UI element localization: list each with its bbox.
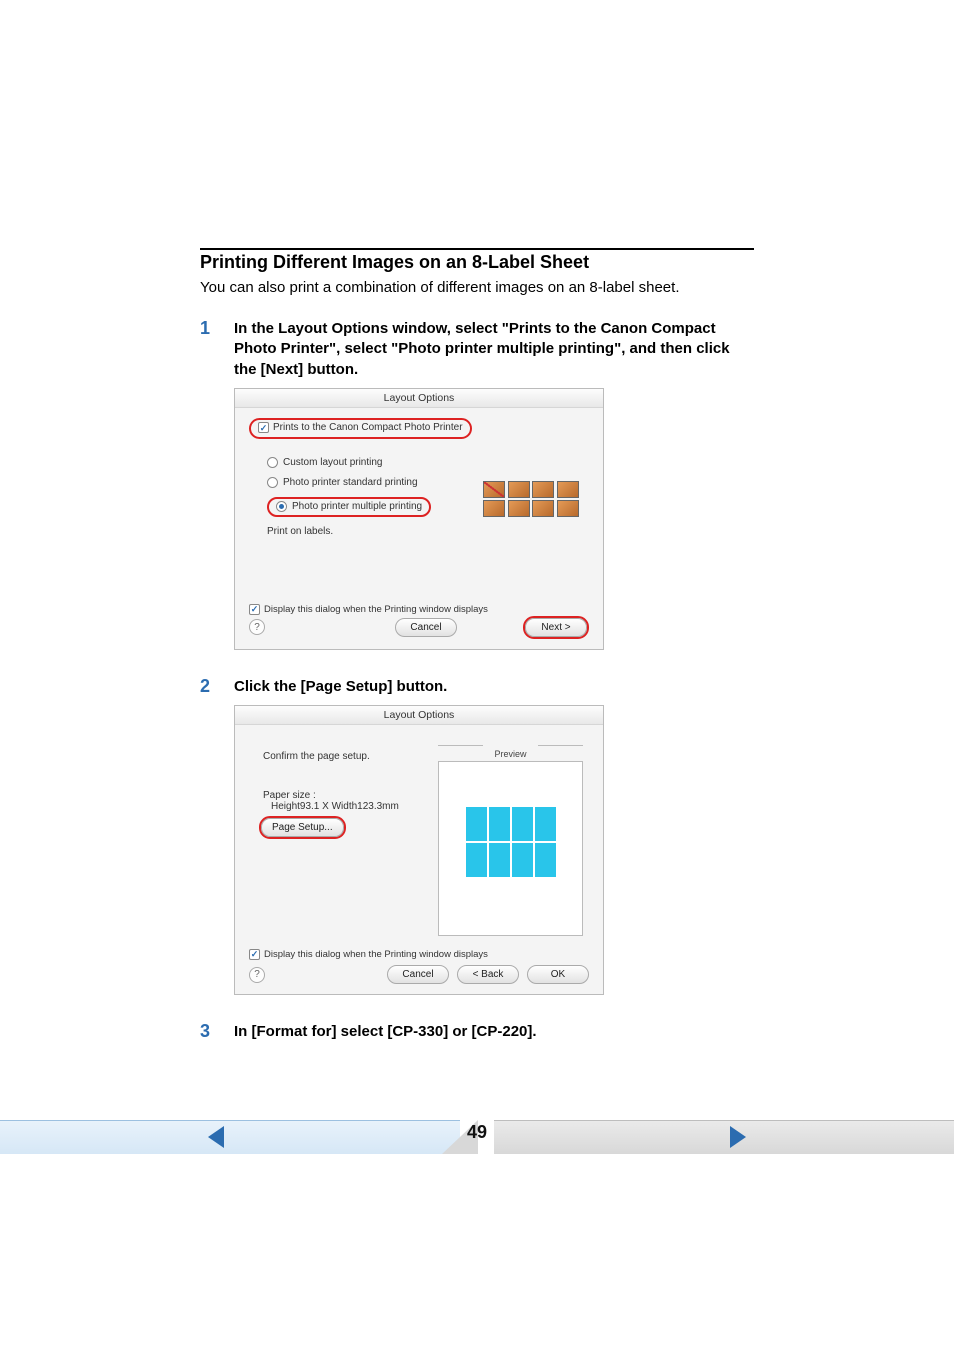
help-button[interactable]: ? [249, 967, 265, 983]
step-number: 2 [200, 676, 234, 697]
step-text: In the Layout Options window, select "Pr… [234, 318, 754, 380]
standard-printing-radio[interactable] [267, 477, 278, 488]
ok-button[interactable]: OK [527, 965, 589, 984]
help-button[interactable]: ? [249, 619, 265, 635]
step-2: 2 Click the [Page Setup] button. [200, 676, 754, 697]
checkbox-checked-icon: ✓ [258, 422, 269, 433]
cancel-button[interactable]: Cancel [395, 618, 457, 637]
step-text: Click the [Page Setup] button. [234, 676, 447, 697]
page-footer: 49 [0, 1114, 954, 1160]
label-thumbnails [483, 481, 579, 517]
next-button[interactable]: Next > [525, 618, 587, 637]
page-number: 49 [0, 1122, 954, 1143]
next-button-highlight: Next > [523, 616, 589, 639]
section-title: Printing Different Images on an 8-Label … [200, 252, 754, 273]
page-setup-highlight: Page Setup... [259, 816, 346, 839]
preview-sheet [465, 806, 557, 878]
dialog-title: Layout Options [235, 706, 603, 725]
print-on-labels-text: Print on labels. [267, 526, 333, 537]
preview-frame [438, 761, 583, 936]
thumb-icon [508, 500, 530, 517]
cancel-button[interactable]: Cancel [387, 965, 449, 984]
layout-options-dialog-1: Layout Options ✓ Prints to the Canon Com… [234, 388, 604, 650]
layout-options-dialog-2: Layout Options Confirm the page setup. P… [234, 705, 604, 995]
step-text: In [Format for] select [CP-330] or [CP-2… [234, 1021, 537, 1042]
thumb-icon [557, 500, 579, 517]
custom-layout-radio[interactable] [267, 457, 278, 468]
thumb-no-icon [483, 481, 505, 498]
back-button[interactable]: < Back [457, 965, 519, 984]
multiple-printing-label: Photo printer multiple printing [292, 500, 422, 514]
preview-label: Preview [438, 749, 583, 759]
thumb-icon [532, 500, 554, 517]
step-1: 1 In the Layout Options window, select "… [200, 318, 754, 380]
multiple-printing-radio[interactable] [276, 501, 287, 512]
multiple-printing-highlight: Photo printer multiple printing [267, 497, 431, 517]
prints-to-checkbox-highlight: ✓ Prints to the Canon Compact Photo Prin… [249, 418, 472, 439]
step-number: 1 [200, 318, 234, 380]
page-setup-button[interactable]: Page Setup... [261, 818, 344, 837]
custom-layout-label: Custom layout printing [283, 457, 383, 468]
thumb-icon [557, 481, 579, 498]
section-intro: You can also print a combination of diff… [200, 279, 754, 296]
standard-printing-label: Photo printer standard printing [283, 477, 418, 488]
step-3: 3 In [Format for] select [CP-330] or [CP… [200, 1021, 754, 1042]
thumb-icon [483, 500, 505, 517]
prints-to-label: Prints to the Canon Compact Photo Printe… [273, 421, 463, 435]
step-number: 3 [200, 1021, 234, 1042]
dialog-title: Layout Options [235, 389, 603, 408]
thumb-icon [532, 481, 554, 498]
prints-to-checkbox[interactable]: ✓ Prints to the Canon Compact Photo Prin… [258, 421, 463, 435]
thumb-icon [508, 481, 530, 498]
